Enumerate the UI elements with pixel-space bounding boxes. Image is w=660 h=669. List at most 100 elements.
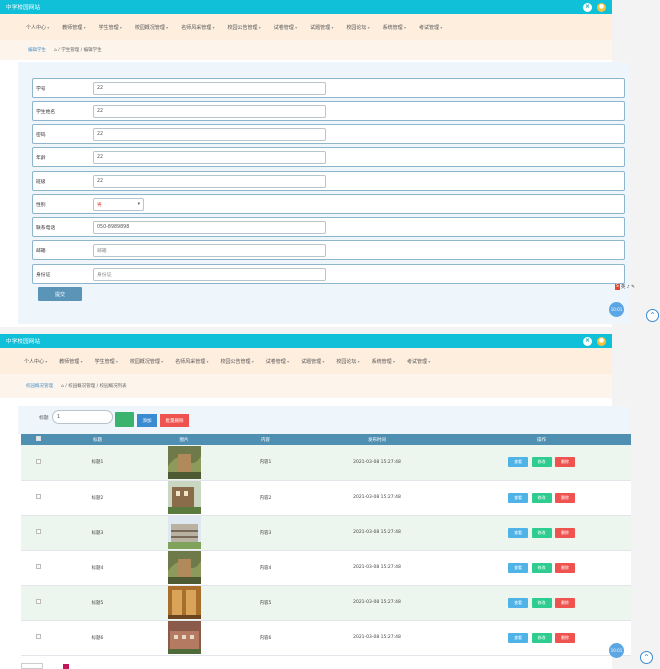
nav-system[interactable]: 系统管理 bbox=[383, 24, 406, 31]
row-time: 2021-03-08 15:27:48 bbox=[302, 585, 452, 621]
delete-button[interactable]: 删除 bbox=[554, 492, 575, 503]
col-image: 图片 bbox=[139, 434, 229, 445]
nav-student[interactable]: 学生管理 bbox=[99, 24, 122, 31]
nav-forum[interactable]: 校园论坛 bbox=[346, 24, 369, 31]
nav-teachers-showcase[interactable]: 名师风采管理 bbox=[175, 358, 208, 365]
edit-button[interactable]: 修改 bbox=[531, 527, 552, 538]
edit-button[interactable]: 修改 bbox=[531, 492, 552, 503]
close-icon[interactable]: × bbox=[583, 336, 592, 346]
nav-exam[interactable]: 考试管理 bbox=[407, 358, 430, 365]
email-input[interactable]: 邮箱 bbox=[93, 243, 326, 257]
row-checkbox[interactable] bbox=[36, 458, 41, 464]
ime-logo-icon: S bbox=[615, 284, 620, 290]
delete-button[interactable]: 删除 bbox=[554, 597, 575, 608]
close-icon[interactable]: × bbox=[583, 2, 592, 12]
breadcrumb: 编辑学生 ⌂ / 学生管理 / 编辑学生 bbox=[0, 40, 612, 60]
submit-button[interactable]: 提交 bbox=[38, 287, 82, 301]
search-button[interactable] bbox=[115, 412, 134, 427]
edit-button[interactable]: 修改 bbox=[531, 597, 552, 608]
nav-forum[interactable]: 校园论坛 bbox=[336, 358, 359, 365]
col-time: 发布时间 bbox=[302, 434, 452, 445]
nav-papers[interactable]: 试卷管理 bbox=[266, 358, 289, 365]
col-actions: 操作 bbox=[452, 434, 631, 445]
row-time: 2021-03-08 15:27:48 bbox=[302, 620, 452, 656]
nav-papers[interactable]: 试卷管理 bbox=[274, 24, 297, 31]
gender-select[interactable]: 男 ▾ bbox=[93, 197, 144, 211]
table-row: 标题2 内容2 2021-03-08 15:27:48 查看 修改 删除 bbox=[21, 480, 631, 516]
delete-button[interactable]: 删除 bbox=[554, 527, 575, 538]
delete-button[interactable]: 删除 bbox=[554, 562, 575, 573]
nav-personal-center[interactable]: 个人中心 bbox=[26, 24, 49, 31]
nav-teachers-showcase[interactable]: 名师风采管理 bbox=[181, 24, 214, 31]
edit-button[interactable]: 修改 bbox=[531, 457, 552, 468]
nav-system[interactable]: 系统管理 bbox=[372, 358, 395, 365]
scroll-top-icon[interactable]: ⌃ bbox=[646, 309, 659, 322]
view-button[interactable]: 查看 bbox=[508, 457, 529, 468]
table-row: 标题3 内容3 2021-03-08 15:27:48 查看 修改 删除 bbox=[21, 515, 631, 551]
pagination[interactable] bbox=[21, 663, 43, 669]
nav-questions[interactable]: 试题管理 bbox=[310, 24, 333, 31]
student-name-input[interactable]: 22 bbox=[93, 104, 326, 118]
nav-teacher[interactable]: 教师管理 bbox=[62, 24, 85, 31]
user-avatar-icon[interactable]: ● bbox=[597, 336, 606, 346]
row-checkbox[interactable] bbox=[36, 634, 41, 639]
scroll-top-icon[interactable]: ⌃ bbox=[640, 651, 653, 664]
delete-button[interactable]: 删除 bbox=[554, 457, 575, 468]
phone-input[interactable]: 050-8989898 bbox=[93, 220, 326, 234]
select-all-checkbox[interactable] bbox=[36, 436, 41, 441]
ime-mode-icon: 英 ♪ ✎ bbox=[620, 285, 635, 290]
nav-announcements[interactable]: 校园公告管理 bbox=[220, 358, 253, 365]
edit-button[interactable]: 修改 bbox=[531, 562, 552, 573]
nav-exam[interactable]: 考试管理 bbox=[419, 24, 442, 31]
add-button[interactable]: 添加 bbox=[137, 414, 157, 427]
row-time: 2021-03-08 15:27:48 bbox=[302, 445, 452, 481]
age-input[interactable]: 22 bbox=[93, 150, 326, 164]
col-content: 内容 bbox=[229, 434, 302, 445]
row-checkbox[interactable] bbox=[36, 529, 41, 534]
view-button[interactable]: 查看 bbox=[508, 562, 529, 573]
row-actions: 查看 修改 删除 bbox=[452, 550, 631, 586]
form-row-phone: 联系电话 050-8989898 bbox=[32, 217, 625, 237]
ime-toolbar[interactable]: S 英 ♪ ✎ bbox=[615, 284, 635, 290]
row-checkbox[interactable] bbox=[36, 599, 41, 604]
float-badge[interactable]: 10:01 bbox=[609, 302, 624, 317]
row-checkbox[interactable] bbox=[36, 494, 41, 499]
breadcrumb-path[interactable]: ⌂ / 校园概况管理 / 校园概况列表 bbox=[61, 383, 127, 389]
form-row-age: 年龄 22 bbox=[32, 147, 625, 167]
nav-questions[interactable]: 试题管理 bbox=[301, 358, 324, 365]
view-button[interactable]: 查看 bbox=[508, 597, 529, 608]
view-button[interactable]: 查看 bbox=[508, 632, 529, 643]
form-row-student-name: 学生姓名 22 bbox=[32, 101, 625, 121]
nav-personal-center[interactable]: 个人中心 bbox=[24, 358, 47, 365]
search-input[interactable]: 1 bbox=[52, 410, 113, 424]
nav-campus[interactable]: 校园概况管理 bbox=[135, 24, 168, 31]
main-nav: 个人中心 教师管理 学生管理 校园概况管理 名师风采管理 校园公告管理 试卷管理… bbox=[0, 348, 612, 374]
nav-teacher[interactable]: 教师管理 bbox=[59, 358, 82, 365]
bulk-delete-button[interactable]: 批量删除 bbox=[160, 414, 189, 427]
view-button[interactable]: 查看 bbox=[508, 527, 529, 538]
nav-student[interactable]: 学生管理 bbox=[95, 358, 118, 365]
gender-select-value: 男 bbox=[97, 202, 102, 208]
row-time: 2021-03-08 15:27:48 bbox=[302, 480, 452, 516]
view-button[interactable]: 查看 bbox=[508, 492, 529, 503]
nav-announcements[interactable]: 校园公告管理 bbox=[227, 24, 260, 31]
breadcrumb-path[interactable]: ⌂ / 学生管理 / 编辑学生 bbox=[54, 47, 102, 53]
nav-campus[interactable]: 校园概况管理 bbox=[130, 358, 163, 365]
password-input[interactable]: 22 bbox=[93, 127, 326, 141]
select-all-header[interactable] bbox=[21, 434, 56, 445]
field-label: 年龄 bbox=[36, 155, 46, 161]
top-bar: 中学校园网站 × ● bbox=[0, 0, 612, 14]
form-row-class: 班级 22 bbox=[32, 171, 625, 191]
class-input[interactable]: 22 bbox=[93, 174, 326, 188]
student-id-input[interactable]: 22 bbox=[93, 81, 326, 95]
row-checkbox[interactable] bbox=[36, 564, 41, 569]
edit-button[interactable]: 修改 bbox=[531, 632, 552, 643]
delete-button[interactable]: 删除 bbox=[554, 632, 575, 643]
row-content: 内容4 bbox=[229, 550, 302, 586]
float-badge[interactable]: 10:01 bbox=[609, 643, 624, 658]
id-card-input[interactable]: 身份证 bbox=[93, 267, 326, 281]
col-title: 标题 bbox=[56, 434, 139, 445]
row-image bbox=[139, 585, 229, 621]
user-avatar-icon[interactable]: ● bbox=[597, 2, 606, 12]
field-label: 身份证 bbox=[36, 272, 51, 278]
